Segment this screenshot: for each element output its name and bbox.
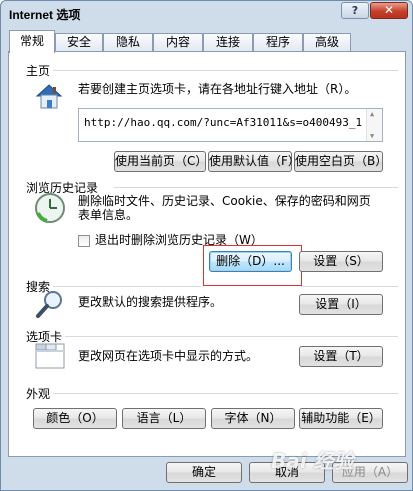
- home-page-url-field[interactable]: http://hao.qq.com/?unc=Af31011&s=o400493…: [78, 108, 383, 142]
- fonts-button[interactable]: 字体（N）: [211, 408, 295, 429]
- close-button[interactable]: ✕: [370, 2, 408, 19]
- search-icon: [36, 291, 62, 318]
- url-scrollbar[interactable]: ▲ ▼: [366, 109, 382, 141]
- home-page-description: 若要创建主页选项卡，请在各地址行键入地址（R）。: [78, 82, 357, 96]
- tab-general[interactable]: 常规: [9, 30, 55, 53]
- window-title: Internet 选项: [9, 8, 81, 22]
- scroll-down-icon: ▼: [370, 132, 375, 140]
- home-icon: [35, 84, 63, 109]
- search-description: 更改默认的搜索提供程序。: [78, 295, 223, 309]
- use-default-button[interactable]: 使用默认值（F）: [208, 151, 300, 172]
- divider: [114, 187, 398, 188]
- tab-programs[interactable]: 程序: [253, 33, 303, 52]
- tab-content[interactable]: 内容: [153, 33, 203, 52]
- languages-button[interactable]: 语言（L）: [122, 408, 206, 429]
- divider: [53, 393, 398, 394]
- title-bar: Internet 选项 ? ✕: [1, 1, 412, 26]
- home-page-label: 主页: [26, 64, 51, 78]
- help-button[interactable]: ?: [341, 2, 369, 19]
- general-tab-panel: 主页 若要创建主页选项卡，请在各地址行键入地址（R）。 http://hao.q…: [8, 51, 406, 457]
- scroll-up-icon: ▲: [370, 110, 375, 118]
- home-page-url-value: http://hao.qq.com/?unc=Af31011&s=o400493…: [84, 116, 363, 129]
- delete-on-exit-checkbox[interactable]: [78, 235, 90, 247]
- tab-advanced[interactable]: 高级: [303, 33, 351, 52]
- history-description-line2: 表单信息。: [78, 208, 139, 222]
- tabs-window-icon: [35, 343, 65, 369]
- appearance-label: 外观: [26, 387, 51, 401]
- tab-security[interactable]: 安全: [55, 33, 103, 52]
- delete-history-button[interactable]: 删除（D）...: [209, 251, 292, 272]
- colors-button[interactable]: 颜色（O）: [33, 408, 117, 429]
- history-description-line1: 删除临时文件、历史记录、Cookie、保存的密码和网页: [78, 194, 371, 208]
- tab-connections[interactable]: 连接: [203, 33, 253, 52]
- use-current-button[interactable]: 使用当前页（C）: [114, 151, 207, 172]
- accessibility-button[interactable]: 辅助功能（E）: [299, 408, 383, 429]
- internet-options-dialog: Internet 选项 ? ✕ 常规 安全 隐私 内容 连接 程序 高级 主页 …: [0, 0, 413, 491]
- use-blank-button[interactable]: 使用空白页（B）: [294, 151, 387, 172]
- tabs-description: 更改网页在选项卡中显示的方式。: [78, 349, 259, 363]
- search-settings-button[interactable]: 设置（I）: [299, 294, 383, 315]
- divider: [53, 70, 398, 71]
- tabs-settings-button[interactable]: 设置（T）: [299, 346, 383, 367]
- watermark-logo: Bai 经验: [271, 449, 354, 473]
- history-clock-icon: [35, 193, 65, 223]
- tab-privacy[interactable]: 隐私: [103, 33, 153, 52]
- divider: [53, 286, 201, 287]
- ok-button[interactable]: 确定: [166, 462, 242, 483]
- history-settings-button[interactable]: 设置（S）: [299, 251, 383, 272]
- divider: [65, 336, 398, 337]
- divider: [301, 286, 398, 287]
